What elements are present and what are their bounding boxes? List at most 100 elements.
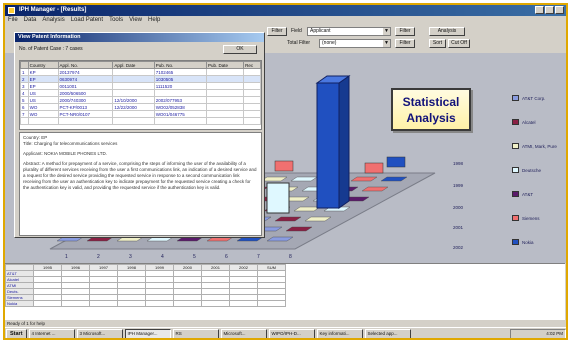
legend-item: Siemens [512, 215, 540, 221]
taskbar-button[interactable]: RS [172, 329, 219, 338]
patent-row[interactable]: 2 EP 0630974 1030505 [20, 75, 261, 83]
patent-col-header[interactable]: Country [27, 61, 59, 69]
close-button[interactable] [555, 6, 564, 14]
patent-row[interactable]: 7 WO PCT-NR0/0107 WO01/046775 [20, 110, 261, 118]
patent-row[interactable]: 6 WO PCT-KP/0013 12/22/2000 WO02/052838 [20, 103, 261, 111]
category-tick-label: 3 [129, 254, 132, 260]
grid-cell[interactable] [33, 300, 62, 307]
field-select[interactable]: Applicant ▼ [307, 27, 391, 36]
menu-view[interactable]: View [129, 16, 142, 25]
patent-cell: 12/10/2000 [112, 96, 155, 104]
patent-cell [205, 96, 245, 104]
system-tray-clock: 4:02 PM [510, 329, 566, 338]
patent-cell: 7102465 [153, 68, 207, 76]
patent-row[interactable]: 1 KP 20137974 7102465 [20, 68, 261, 76]
ok-button[interactable]: OK [223, 45, 257, 54]
minimize-button[interactable] [535, 6, 544, 14]
patent-cell [112, 75, 155, 83]
patent-count-label: No. of Patent Case : 7 cases [19, 46, 83, 52]
patent-cell-empty [57, 117, 114, 125]
patent-cell: WO01/046775 [153, 110, 207, 118]
legend-label: AT&T Corp. [522, 95, 546, 101]
patent-cell: 1111520 [153, 82, 207, 90]
patent-cell: US [27, 89, 59, 97]
callout-line-1: Statistical [402, 95, 460, 109]
patent-cell: 4 [20, 89, 29, 97]
taskbar-button[interactable]: Selected app... [364, 329, 411, 338]
grid-cell[interactable] [229, 300, 258, 307]
patent-cell: 2000/740300 [57, 96, 114, 104]
taskbar-button[interactable]: IPH Manager... [124, 329, 171, 338]
filter-button-2[interactable]: Filter [395, 27, 415, 36]
patent-cell: KP [27, 68, 59, 76]
menu-load-patent[interactable]: Load Patent [71, 16, 103, 25]
sort-button[interactable]: Sort [429, 39, 446, 48]
patent-col-header[interactable]: Rec [243, 61, 261, 69]
series-year-label: 2001 [453, 225, 464, 230]
field-label: Field [291, 28, 302, 34]
grid-cell[interactable] [173, 300, 202, 307]
patent-col-header[interactable]: Appl. Date [112, 61, 155, 69]
taskbar-button[interactable]: Microsoft... [220, 329, 267, 338]
menu-tools[interactable]: Tools [109, 16, 123, 25]
patent-cell [243, 103, 261, 111]
grid-cell[interactable] [145, 300, 174, 307]
patent-row[interactable]: 5 US 2000/740300 12/10/2000 2002/077953 [20, 96, 261, 104]
patent-cell: 12/22/2000 [112, 103, 155, 111]
analysis-toolbar: Filter Field Applicant ▼ Filter Analysis… [267, 25, 566, 53]
filter-button-1[interactable]: Filter [267, 27, 287, 36]
peak-bar-side [338, 75, 350, 209]
analysis-button[interactable]: Analysis [429, 27, 465, 36]
legend-item: AT&T [512, 191, 533, 197]
menu-file[interactable]: File [8, 16, 18, 25]
patent-col-header[interactable]: Pub. Date [205, 61, 245, 69]
menu-help[interactable]: Help [148, 16, 160, 25]
taskbar-button[interactable]: 4 Internet ... [28, 329, 75, 338]
series-year-label: 1999 [453, 183, 464, 188]
patent-cell: 2 [20, 75, 29, 83]
grid-cell[interactable] [201, 300, 230, 307]
total-filter-select[interactable]: (none) ▼ [319, 39, 391, 48]
callout-line-2: Analysis [406, 111, 456, 125]
taskbar-button[interactable]: Key informati... [316, 329, 363, 338]
patent-cell: US [27, 96, 59, 104]
patent-table-header: Country Appl. No. Appl. Date Pub. No. Pub. D… [20, 61, 261, 69]
cut-off-button[interactable]: Cut Off [448, 39, 470, 48]
patent-cell [205, 68, 245, 76]
patent-cell: EP [27, 82, 59, 90]
patent-row[interactable]: 4 US 2000/506500 [20, 89, 261, 97]
legend-label: Nokia [522, 239, 534, 245]
statistical-analysis-callout: Statistical Analysis [391, 88, 471, 131]
patent-cell [112, 82, 155, 90]
patent-col-header[interactable] [20, 61, 29, 69]
menu-data[interactable]: Data [24, 16, 37, 25]
grid-row[interactable]: Nokia [5, 300, 286, 307]
patent-col-header[interactable]: Appl. No. [57, 61, 114, 69]
maximize-button[interactable] [545, 6, 554, 14]
patent-cell: PCT-NR0/0107 [57, 110, 114, 118]
legend-swatch [512, 119, 519, 125]
menu-bar: File Data Analysis Load Patent Tools Vie… [5, 16, 566, 25]
patent-cell [243, 89, 261, 97]
patent-cell-empty [153, 117, 207, 125]
patent-col-header[interactable]: Pub. No. [153, 61, 207, 69]
patent-info-dialog: View Patent Information No. of Patent Ca… [14, 32, 265, 238]
grid-cell[interactable] [257, 300, 286, 307]
taskbar-button[interactable]: WIPO/IPH-D... [268, 329, 315, 338]
grid-cell[interactable] [89, 300, 118, 307]
start-button[interactable]: Start [6, 329, 27, 338]
category-tick-label: 2 [97, 254, 100, 260]
category-tick-label: 4 [161, 254, 164, 260]
grid-cell[interactable] [61, 300, 90, 307]
highlight-bar [266, 182, 290, 214]
grid-cell[interactable] [117, 300, 146, 307]
patent-row[interactable]: 3 EP 0011001 1111520 [20, 82, 261, 90]
taskbar-button[interactable]: 3 Microsoft... [76, 329, 123, 338]
filter-button-3[interactable]: Filter [395, 39, 415, 48]
bar [364, 162, 384, 174]
field-select-value: Applicant [310, 28, 331, 34]
patent-cell: 1030505 [153, 75, 207, 83]
legend-label: Alcatel [522, 119, 536, 125]
legend-swatch [512, 191, 519, 197]
menu-analysis[interactable]: Analysis [42, 16, 64, 25]
